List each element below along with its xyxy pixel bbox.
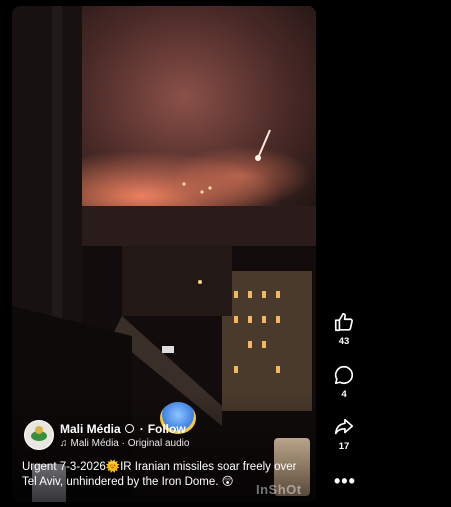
comment-button[interactable]: 4	[326, 364, 362, 400]
audio-link[interactable]: ♫ Mali Média · Original audio	[60, 438, 189, 449]
share-button[interactable]: 17	[326, 416, 362, 452]
share-count: 17	[338, 441, 350, 452]
comment-count: 4	[341, 389, 347, 400]
like-button[interactable]: 43	[326, 311, 362, 347]
avatar[interactable]	[24, 420, 54, 450]
separator: ·	[139, 421, 144, 436]
like-count: 43	[338, 336, 350, 347]
audio-label: Mali Média · Original audio	[70, 437, 190, 449]
follow-button[interactable]: Follow	[148, 422, 186, 436]
reel-video[interactable]: Mali Média · Follow ♫ Mali Média · Origi…	[12, 6, 316, 502]
author-name[interactable]: Mali Média	[60, 422, 121, 436]
author-row: Mali Média · Follow ♫ Mali Média · Origi…	[24, 420, 189, 450]
thumbs-up-icon	[334, 312, 353, 332]
share-arrow-icon	[334, 418, 354, 435]
more-dots-icon[interactable]: •••	[334, 471, 356, 492]
music-note-icon: ♫	[60, 437, 68, 449]
speech-bubble-icon	[334, 365, 353, 385]
globe-icon	[124, 424, 134, 433]
watermark: InShOt	[256, 482, 302, 497]
